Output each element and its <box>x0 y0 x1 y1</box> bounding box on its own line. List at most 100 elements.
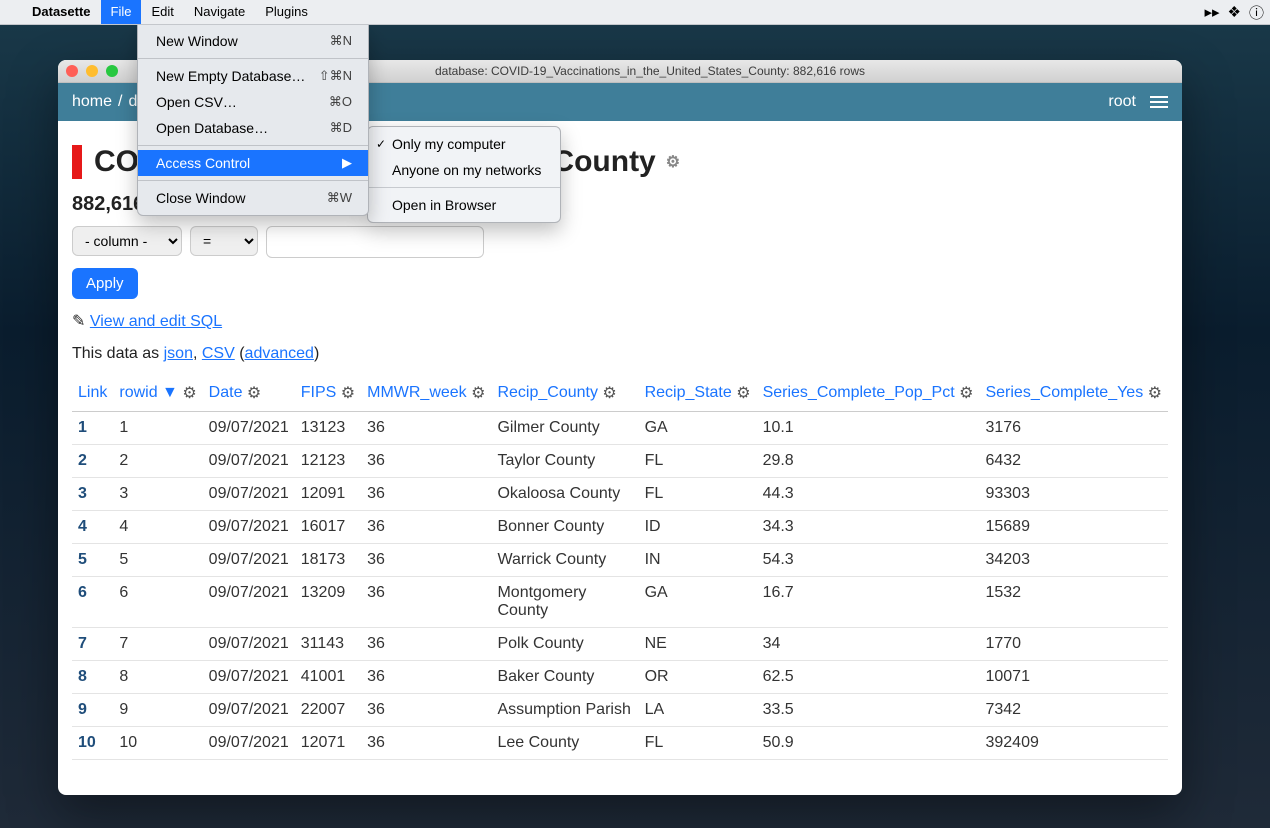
gear-icon[interactable]: ⚙ <box>959 383 973 403</box>
col-recip-state[interactable]: Recip_State ⚙ <box>639 377 757 412</box>
cell-fips: 22007 <box>295 694 361 727</box>
export-csv-link[interactable]: CSV <box>202 345 235 362</box>
user-label[interactable]: root <box>1108 93 1136 111</box>
cell-fips: 12091 <box>295 478 361 511</box>
cell-rowid: 1 <box>113 412 202 445</box>
cell-link[interactable]: 2 <box>72 445 113 478</box>
filter-value-input[interactable] <box>266 226 484 258</box>
shortcut: ⇧⌘N <box>319 68 352 84</box>
table-row: 101009/07/20211207136Lee CountyFL50.9392… <box>72 727 1168 760</box>
cell-mmwr-week: 36 <box>361 511 491 544</box>
breadcrumb-home[interactable]: home <box>72 93 112 111</box>
file-close-window[interactable]: Close Window ⌘W <box>138 185 368 211</box>
menu-separator <box>368 187 560 188</box>
cell-fips: 31143 <box>295 628 361 661</box>
gear-icon[interactable]: ⚙ <box>471 383 485 403</box>
cell-county: Bonner County <box>491 511 638 544</box>
cell-yes: 6432 <box>979 445 1168 478</box>
access-anyone-networks[interactable]: Anyone on my networks <box>368 157 560 183</box>
gear-icon[interactable]: ⚙ <box>666 152 680 172</box>
menubar-dropbox-icon[interactable]: ❖ <box>1228 3 1241 21</box>
cell-date: 09/07/2021 <box>203 478 295 511</box>
menubar-navigate[interactable]: Navigate <box>184 0 255 24</box>
cell-state: GA <box>639 412 757 445</box>
cell-rowid: 8 <box>113 661 202 694</box>
file-new-window[interactable]: New Window ⌘N <box>138 28 368 54</box>
menu-separator <box>138 145 368 146</box>
minimize-icon[interactable] <box>86 65 98 77</box>
cell-date: 09/07/2021 <box>203 727 295 760</box>
title-redbar <box>72 145 82 179</box>
zoom-icon[interactable] <box>106 65 118 77</box>
menubar-info-icon[interactable]: ⓘ <box>1249 2 1264 23</box>
cell-yes: 1770 <box>979 628 1168 661</box>
filter-op-select[interactable]: = <box>190 226 258 256</box>
page-content: CO _United_States_County ⚙ 882,616 rows … <box>58 121 1182 795</box>
cell-fips: 13123 <box>295 412 361 445</box>
cell-county: Warrick County <box>491 544 638 577</box>
cell-fips: 12071 <box>295 727 361 760</box>
cell-yes: 34203 <box>979 544 1168 577</box>
data-table: Link rowid ▼ ⚙ Date ⚙ FIPS ⚙ MMWR_week ⚙… <box>72 377 1168 760</box>
gear-icon[interactable]: ⚙ <box>1148 383 1162 403</box>
close-icon[interactable] <box>66 65 78 77</box>
breadcrumb-sep: / <box>118 93 122 111</box>
cell-link[interactable]: 8 <box>72 661 113 694</box>
hamburger-icon[interactable] <box>1150 93 1168 111</box>
col-mmwr-week[interactable]: MMWR_week ⚙ <box>361 377 491 412</box>
filter-column-select[interactable]: - column - <box>72 226 182 256</box>
file-access-control[interactable]: Access Control ▶ <box>138 150 368 176</box>
file-new-empty-db[interactable]: New Empty Database… ⇧⌘N <box>138 63 368 89</box>
file-access-control-label: Access Control <box>156 155 250 171</box>
cell-link[interactable]: 10 <box>72 727 113 760</box>
access-only-my-computer[interactable]: ✓ Only my computer <box>368 131 560 157</box>
apply-button[interactable]: Apply <box>72 268 138 299</box>
cell-pct: 54.3 <box>757 544 980 577</box>
col-rowid[interactable]: rowid ▼ ⚙ <box>113 377 202 412</box>
cell-link[interactable]: 9 <box>72 694 113 727</box>
cell-state: NE <box>639 628 757 661</box>
file-open-database-label: Open Database… <box>156 120 268 136</box>
cell-link[interactable]: 5 <box>72 544 113 577</box>
cell-link[interactable]: 1 <box>72 412 113 445</box>
gear-icon[interactable]: ⚙ <box>602 383 616 403</box>
gear-icon[interactable]: ⚙ <box>736 383 750 403</box>
menubar-file[interactable]: File <box>101 0 142 24</box>
cell-date: 09/07/2021 <box>203 628 295 661</box>
col-series-complete-pop-pct[interactable]: Series_Complete_Pop_Pct ⚙ <box>757 377 980 412</box>
menubar-indicator-icon[interactable]: ▸▸ <box>1204 3 1219 21</box>
col-fips[interactable]: FIPS ⚙ <box>295 377 361 412</box>
cell-pct: 50.9 <box>757 727 980 760</box>
cell-state: FL <box>639 727 757 760</box>
table-row: 6609/07/20211320936Montgomery CountyGA16… <box>72 577 1168 628</box>
cell-fips: 41001 <box>295 661 361 694</box>
cell-link[interactable]: 4 <box>72 511 113 544</box>
cell-state: GA <box>639 577 757 628</box>
file-open-csv[interactable]: Open CSV… ⌘O <box>138 89 368 115</box>
menu-separator <box>138 180 368 181</box>
export-advanced-link[interactable]: advanced <box>245 345 314 362</box>
gear-icon[interactable]: ⚙ <box>341 383 355 403</box>
gear-icon[interactable]: ⚙ <box>182 383 196 403</box>
access-open-browser[interactable]: Open in Browser <box>368 192 560 218</box>
cell-rowid: 3 <box>113 478 202 511</box>
menubar-plugins[interactable]: Plugins <box>255 0 318 24</box>
cell-link[interactable]: 6 <box>72 577 113 628</box>
col-date[interactable]: Date ⚙ <box>203 377 295 412</box>
cell-fips: 13209 <box>295 577 361 628</box>
view-edit-sql-link[interactable]: View and edit SQL <box>90 313 222 330</box>
cell-mmwr-week: 36 <box>361 694 491 727</box>
file-open-database[interactable]: Open Database… ⌘D <box>138 115 368 141</box>
cell-link[interactable]: 3 <box>72 478 113 511</box>
col-link[interactable]: Link <box>72 377 113 412</box>
gear-icon[interactable]: ⚙ <box>247 383 261 403</box>
menubar-edit[interactable]: Edit <box>141 0 183 24</box>
export-json-link[interactable]: json <box>164 345 193 362</box>
col-recip-county[interactable]: Recip_County ⚙ <box>491 377 638 412</box>
cell-link[interactable]: 7 <box>72 628 113 661</box>
cell-state: FL <box>639 478 757 511</box>
shortcut: ⌘N <box>330 33 352 49</box>
menubar-app[interactable]: Datasette <box>22 0 101 24</box>
cell-pct: 33.5 <box>757 694 980 727</box>
col-series-complete-yes[interactable]: Series_Complete_Yes ⚙ <box>979 377 1168 412</box>
